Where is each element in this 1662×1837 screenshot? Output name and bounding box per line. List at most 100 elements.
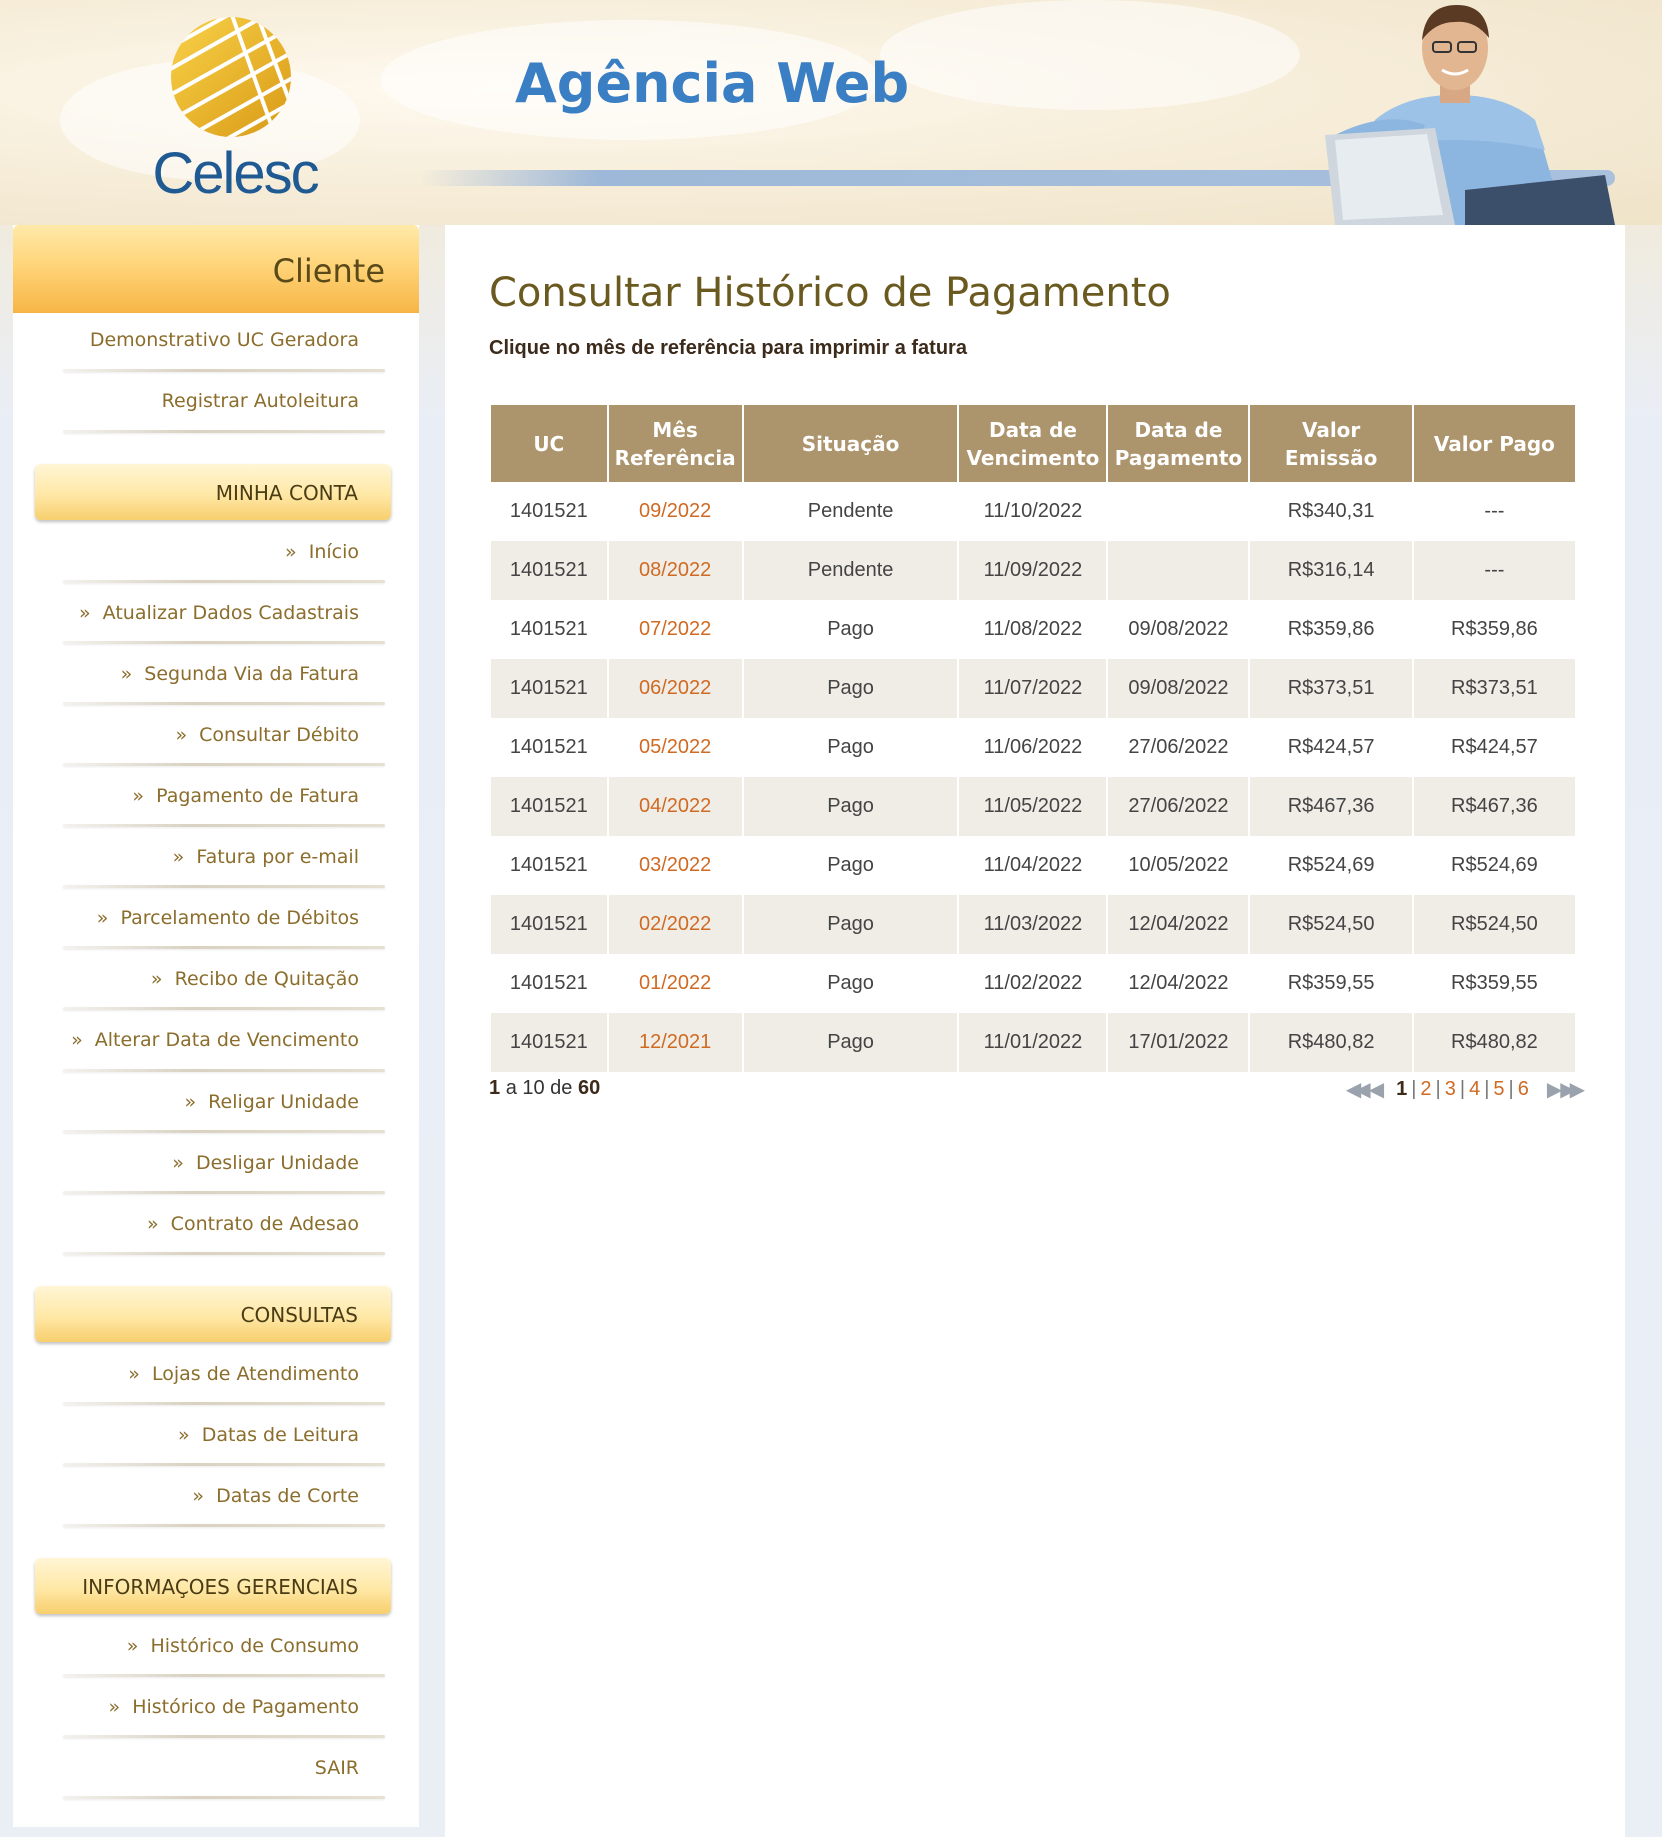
column-header-situacao[interactable]: Situação (743, 405, 958, 482)
sidebar-item-label: Pagamento de Fatura (156, 785, 359, 807)
page-separator: | (1484, 1078, 1490, 1100)
sidebar-item-alterar-vencimento[interactable]: » Alterar Data de Vencimento (39, 1029, 359, 1051)
sidebar-item-desligar-unidade[interactable]: » Desligar Unidade (39, 1152, 359, 1174)
column-header-uc[interactable]: UC (491, 405, 607, 482)
table-row: 1401521 03/2022 Pago 11/04/2022 10/05/20… (491, 836, 1575, 895)
pagination-range-text: a 10 de (505, 1077, 573, 1099)
sidebar-item-label: Lojas de Atendimento (151, 1363, 359, 1385)
sidebar-item-label: Histórico de Pagamento (132, 1696, 359, 1718)
page-link-4[interactable]: 4 (1469, 1078, 1480, 1101)
cell-uc: 1401521 (491, 659, 607, 718)
column-header-data-pagamento[interactable]: Data de Pagamento (1108, 405, 1249, 482)
cell-mes-referencia-link[interactable]: 05/2022 (608, 718, 742, 777)
right-arrow-icon[interactable]: ▶ (1547, 1077, 1563, 1102)
sidebar-item-historico-pagamento[interactable]: » Histórico de Pagamento (39, 1696, 359, 1718)
cell-situacao: Pago (743, 600, 958, 659)
sidebar-item-label: Alterar Data de Vencimento (94, 1029, 359, 1051)
sidebar-divider (63, 1796, 385, 1799)
sidebar-item-inicio[interactable]: » Início (39, 541, 359, 563)
cell-data-vencimento: 11/04/2022 (959, 836, 1107, 895)
sidebar-section-title: INFORMAÇOES GERENCIAIS (82, 1575, 358, 1599)
sidebar-item-registrar-autoleitura[interactable]: Registrar Autoleitura (39, 390, 359, 412)
bullet-icon: » (146, 1213, 159, 1235)
bullet-icon: » (150, 968, 163, 990)
sidebar-item-label: Datas de Leitura (201, 1424, 359, 1446)
bullet-icon: » (108, 1696, 121, 1718)
cell-valor-emissao: R$424,57 (1250, 718, 1412, 777)
sidebar-divider (63, 824, 385, 827)
sidebar-divider (63, 946, 385, 949)
sidebar-divider (63, 1252, 385, 1255)
cell-uc: 1401521 (491, 1013, 607, 1072)
column-header-data-vencimento[interactable]: Data de Vencimento (959, 405, 1107, 482)
column-header-valor-pago[interactable]: Valor Pago (1413, 405, 1575, 482)
cell-mes-referencia-link[interactable]: 09/2022 (608, 482, 742, 541)
sidebar-item-label: Início (308, 541, 359, 563)
sidebar-divider (63, 702, 385, 705)
sidebar-item-label: Datas de Corte (216, 1485, 359, 1507)
celesc-logo[interactable]: Celesc (140, 14, 330, 206)
cell-mes-referencia-link[interactable]: 08/2022 (608, 541, 742, 600)
sidebar-item-contrato-adesao[interactable]: » Contrato de Adesao (39, 1213, 359, 1235)
cell-uc: 1401521 (491, 600, 607, 659)
sidebar-item-atualizar-dados[interactable]: » Atualizar Dados Cadastrais (39, 602, 359, 624)
sidebar-item-demonstrativo-uc-geradora[interactable]: Demonstrativo UC Geradora (39, 329, 359, 351)
sidebar-item-consultar-debito[interactable]: » Consultar Débito (39, 724, 359, 746)
bullet-icon: » (192, 1485, 204, 1507)
page-link-2[interactable]: 2 (1420, 1078, 1431, 1101)
cell-data-vencimento: 11/06/2022 (959, 718, 1107, 777)
sidebar-item-historico-consumo[interactable]: » Histórico de Consumo (39, 1635, 359, 1657)
bullet-icon: » (128, 1363, 140, 1385)
sidebar-divider (63, 1735, 385, 1738)
sidebar-divider (63, 430, 385, 433)
sidebar-section-consultas: CONSULTAS (35, 1286, 391, 1342)
cell-uc: 1401521 (491, 777, 607, 836)
cell-mes-referencia-link[interactable]: 07/2022 (608, 600, 742, 659)
sidebar-divider (63, 1069, 385, 1072)
column-header-valor-emissao[interactable]: Valor Emissão (1250, 405, 1412, 482)
bullet-icon: » (126, 1635, 139, 1657)
cell-valor-pago: --- (1413, 482, 1575, 541)
sidebar-item-recibo-quitacao[interactable]: » Recibo de Quitação (39, 968, 359, 990)
cell-data-pagamento: 12/04/2022 (1108, 954, 1249, 1013)
sidebar-item-religar-unidade[interactable]: » Religar Unidade (39, 1091, 359, 1113)
cell-situacao: Pago (743, 1013, 958, 1072)
sidebar-item-sair[interactable]: SAIR (39, 1757, 359, 1779)
sidebar-item-segunda-via[interactable]: » Segunda Via da Fatura (39, 663, 359, 685)
sidebar-item-label: Segunda Via da Fatura (144, 663, 359, 685)
cell-uc: 1401521 (491, 954, 607, 1013)
sidebar-item-fatura-email[interactable]: » Fatura por e-mail (39, 846, 359, 868)
page-link-5[interactable]: 5 (1493, 1078, 1504, 1101)
sidebar-item-parcelamento[interactable]: » Parcelamento de Débitos (39, 907, 359, 929)
cell-mes-referencia-link[interactable]: 02/2022 (608, 895, 742, 954)
bullet-icon: » (172, 846, 185, 868)
sidebar-divider (63, 1191, 385, 1194)
sidebar-item-datas-corte[interactable]: » Datas de Corte (39, 1485, 359, 1507)
page-link-6[interactable]: 6 (1518, 1078, 1529, 1101)
cell-mes-referencia-link[interactable]: 06/2022 (608, 659, 742, 718)
double-left-arrow-icon[interactable]: ◀◀ (1346, 1077, 1371, 1102)
left-arrow-icon[interactable]: ◀ (1369, 1077, 1385, 1102)
cell-mes-referencia-link[interactable]: 03/2022 (608, 836, 742, 895)
cell-uc: 1401521 (491, 836, 607, 895)
page-link-3[interactable]: 3 (1445, 1078, 1456, 1101)
cell-mes-referencia-link[interactable]: 12/2021 (608, 1013, 742, 1072)
cell-mes-referencia-link[interactable]: 01/2022 (608, 954, 742, 1013)
sidebar-item-lojas-atendimento[interactable]: » Lojas de Atendimento (39, 1363, 359, 1385)
page-subtitle: Clique no mês de referência para imprimi… (489, 337, 967, 359)
double-right-arrow-icon[interactable]: ▶▶ (1560, 1077, 1585, 1102)
cell-valor-pago: R$467,36 (1413, 777, 1575, 836)
cell-valor-pago: R$524,50 (1413, 895, 1575, 954)
site-title: Agência Web (515, 52, 910, 115)
cell-data-vencimento: 11/02/2022 (959, 954, 1107, 1013)
column-header-mes-referencia[interactable]: Mês Referência (608, 405, 742, 482)
cell-uc: 1401521 (491, 895, 607, 954)
cell-valor-emissao: R$524,50 (1250, 895, 1412, 954)
cloud-decoration (880, 0, 1300, 110)
page-link-1[interactable]: 1 (1396, 1078, 1407, 1101)
sidebar-divider (63, 885, 385, 888)
sidebar-item-datas-leitura[interactable]: » Datas de Leitura (39, 1424, 359, 1446)
bullet-icon: » (78, 602, 91, 624)
cell-mes-referencia-link[interactable]: 04/2022 (608, 777, 742, 836)
sidebar-item-pagamento-fatura[interactable]: » Pagamento de Fatura (39, 785, 359, 807)
